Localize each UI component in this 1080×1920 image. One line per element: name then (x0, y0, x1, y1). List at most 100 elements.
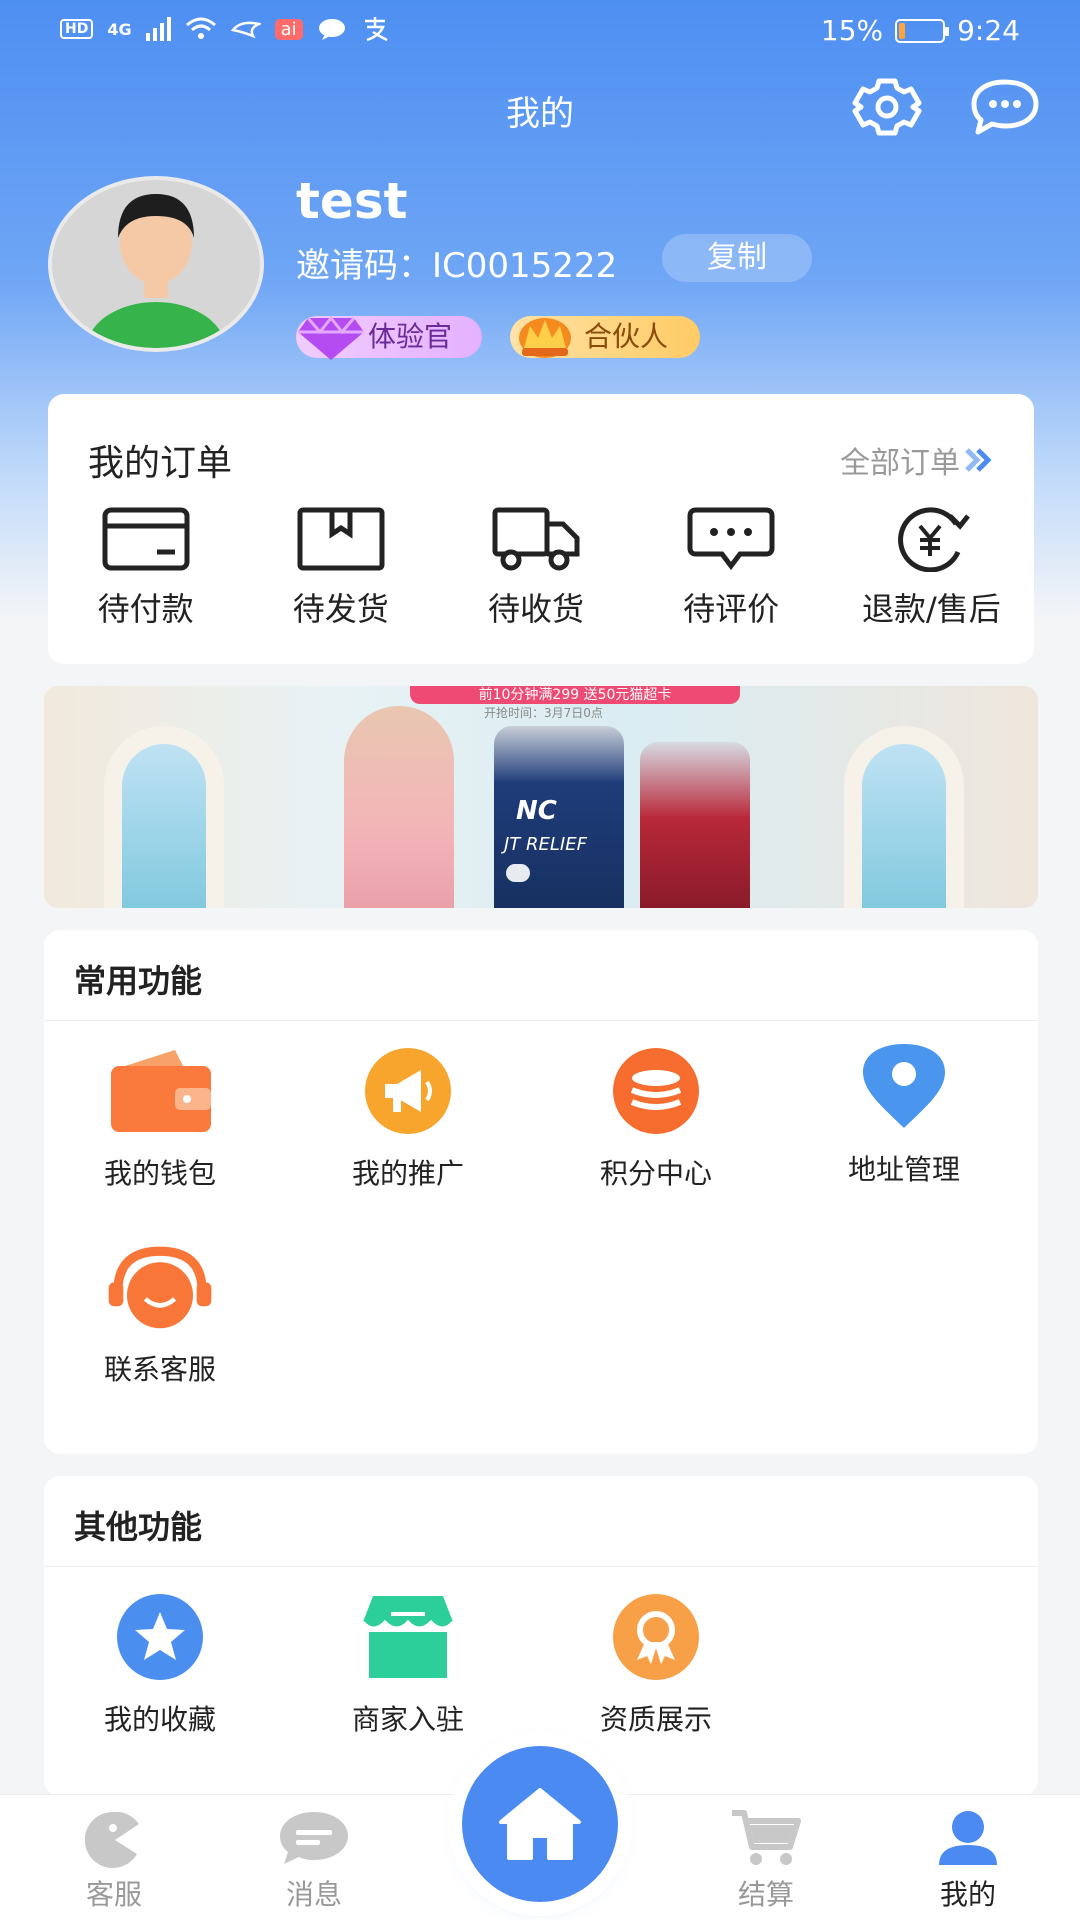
home-icon (499, 1788, 581, 1860)
invite-code: 邀请码：IC0015222 (296, 246, 618, 286)
message-icon (280, 1812, 348, 1864)
banner-brand: NC (516, 796, 557, 826)
feature-label: 联系客服 (103, 1353, 216, 1386)
status-right: 15% 9:24 (821, 14, 1020, 47)
badge-partner: 合伙人 (510, 316, 700, 358)
feature-qualifications[interactable]: 资质展示 (556, 1592, 756, 1738)
tab-messages[interactable]: 消息 (244, 1807, 384, 1913)
feature-label: 积分中心 (599, 1157, 712, 1190)
feature-wallet[interactable]: 我的钱包 (60, 1046, 260, 1192)
common-functions-card: 常用功能 我的钱包 我的推广 积分中心 地址管理 联系客服 (44, 930, 1038, 1454)
all-orders-link[interactable]: 全部订单 (840, 438, 994, 482)
award-icon (613, 1594, 699, 1680)
tab-home-button[interactable] (462, 1746, 618, 1902)
truck-icon (492, 507, 580, 571)
store-icon (361, 1596, 455, 1678)
order-refund-aftersales[interactable]: 退款/售后 (836, 506, 1026, 630)
common-functions-title: 常用功能 (74, 962, 203, 1000)
order-item-label: 待收货 (487, 590, 584, 628)
megaphone-icon (365, 1048, 451, 1134)
tab-checkout[interactable]: 结算 (696, 1807, 836, 1913)
service-icon (84, 1811, 139, 1868)
cart-icon (732, 1810, 801, 1865)
chat-notification-icon (318, 19, 345, 40)
network-type: 4G (107, 19, 132, 39)
refund-icon (898, 507, 971, 572)
order-pending-review[interactable]: 待评价 (641, 506, 821, 630)
feature-customer-service[interactable]: 联系客服 (60, 1242, 260, 1388)
wifi-icon (185, 17, 216, 39)
status-bar: HD 4G ai 15% 9:24 (0, 0, 1080, 66)
feature-promotion[interactable]: 我的推广 (308, 1046, 508, 1192)
order-item-label: 待发货 (292, 590, 389, 628)
tab-label: 消息 (285, 1878, 342, 1911)
hd-indicator: HD (60, 19, 94, 39)
orders-card: 我的订单 全部订单 待付款 待发货 待收货 待评价 退款/售后 (48, 394, 1034, 664)
avatar-person-icon (86, 194, 226, 348)
username: test (296, 172, 408, 230)
other-functions-title: 其他功能 (74, 1508, 203, 1546)
divider (44, 1020, 1038, 1021)
order-pending-payment[interactable]: 待付款 (56, 506, 236, 630)
coins-icon (613, 1048, 699, 1134)
feature-points[interactable]: 积分中心 (556, 1046, 756, 1192)
feature-address[interactable]: 地址管理 (804, 1042, 1004, 1188)
feature-label: 地址管理 (847, 1153, 960, 1186)
crown-icon (519, 318, 571, 358)
gear-icon[interactable] (848, 76, 926, 138)
battery-fill (899, 22, 906, 39)
orders-title: 我的订单 (88, 443, 233, 484)
card-icon (102, 507, 190, 571)
status-left: HD 4G ai (60, 16, 389, 42)
divider (44, 1566, 1038, 1567)
alipay-icon (364, 17, 388, 42)
feature-merchant-join[interactable]: 商家入驻 (308, 1592, 508, 1738)
feature-label: 我的收藏 (103, 1703, 216, 1736)
banner-subline: 开抢时间：3月7日0点 (484, 706, 603, 720)
all-orders-label: 全部订单 (840, 446, 960, 481)
battery-percent: 15% (820, 14, 884, 47)
clock: 9:24 (957, 14, 1020, 47)
banner-arch (104, 726, 224, 908)
tab-label: 我的 (939, 1878, 996, 1911)
feature-label: 资质展示 (599, 1703, 712, 1736)
tab-service[interactable]: 客服 (44, 1807, 184, 1913)
banner-product-2 (640, 742, 750, 908)
badge-partner-label: 合伙人 (584, 320, 669, 353)
user-icon (939, 1811, 997, 1865)
ai-app-icon: ai (274, 18, 303, 40)
battery-icon (895, 18, 950, 43)
order-item-label: 待付款 (97, 590, 194, 628)
star-icon (117, 1594, 203, 1680)
feature-favorites[interactable]: 我的收藏 (60, 1592, 260, 1738)
tab-label: 客服 (85, 1878, 142, 1911)
comment-icon (687, 507, 775, 571)
tab-mine[interactable]: 我的 (898, 1807, 1038, 1913)
promo-banner[interactable]: 前10分钟满299 送50元猫超卡 开抢时间：3月7日0点 NC JT RELI… (44, 686, 1038, 908)
banner-pagination-dot[interactable] (506, 864, 530, 882)
headset-icon (108, 1246, 212, 1329)
order-pending-receipt[interactable]: 待收货 (446, 506, 626, 630)
banner-product-text: JT RELIEF (504, 834, 587, 855)
wallet-icon (111, 1050, 211, 1132)
badge-experience: 体验官 (296, 315, 482, 360)
feature-label: 我的推广 (351, 1157, 464, 1190)
diamond-icon (298, 315, 364, 360)
bird-icon (230, 21, 261, 39)
location-pin-icon (863, 1044, 945, 1128)
feature-label: 商家入驻 (351, 1703, 464, 1736)
avatar[interactable] (48, 176, 264, 352)
copy-button[interactable]: 复制 (662, 234, 812, 282)
banner-model (344, 706, 454, 908)
banner-headline: 前10分钟满299 送50元猫超卡 (410, 686, 740, 704)
order-pending-shipment[interactable]: 待发货 (251, 506, 431, 630)
feature-label: 我的钱包 (103, 1157, 216, 1190)
signal-icon (145, 17, 171, 41)
double-chevron-right-icon (965, 448, 992, 472)
badge-experience-label: 体验官 (368, 320, 453, 353)
box-icon (297, 507, 385, 571)
order-item-label: 退款/售后 (861, 590, 1001, 628)
order-item-label: 待评价 (683, 590, 780, 628)
order-status-list: 待付款 待发货 待收货 待评价 退款/售后 (48, 506, 1034, 630)
chat-bubble-icon[interactable] (966, 76, 1044, 138)
